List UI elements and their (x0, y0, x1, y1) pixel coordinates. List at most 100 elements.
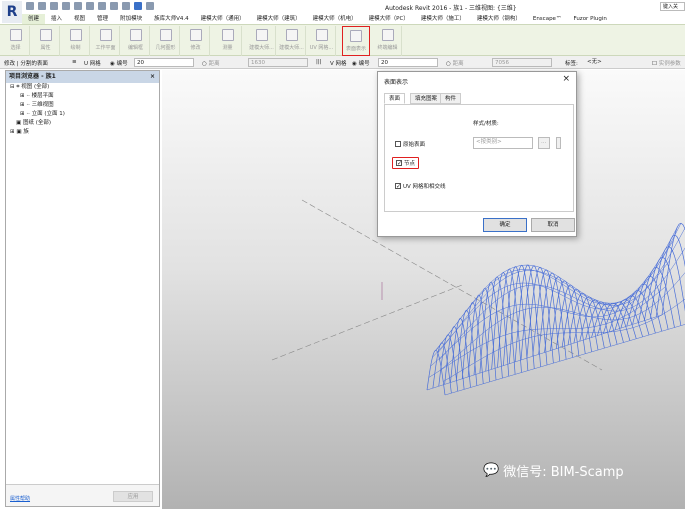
mesh-u-line (467, 294, 490, 382)
menu-tab[interactable]: 建模大师（通用） (195, 14, 251, 24)
save-icon[interactable] (38, 2, 46, 10)
tile-icon[interactable] (134, 2, 142, 10)
menu-tab[interactable]: 建模大师（PC） (363, 14, 415, 24)
switch-window-icon[interactable] (146, 2, 154, 10)
tab-fill-pattern[interactable]: 填充图案 (410, 93, 443, 104)
style-label: 样式/材质: (473, 121, 499, 127)
app-title: Autodesk Revit 2016 - 族1 - 三维视图: {三维} (385, 5, 517, 12)
properties-help-link[interactable]: 属性帮助 (10, 495, 30, 502)
tree-item-3d-views[interactable]: ⊞ ·· 三维视图 (6, 101, 159, 110)
ribbon-button[interactable]: 几何图形 (152, 26, 180, 56)
menu-bar: 创建 插入 视图 管理 附加模块 族库大师V4.4 建模大师（通用） 建模大师（建筑） 建模大师… (22, 14, 685, 24)
v-distance-input[interactable]: 7056 (492, 58, 552, 67)
3d-view-icon[interactable] (122, 2, 130, 10)
ribbon-tool-icon (381, 29, 394, 41)
apply-button[interactable]: 应用 (113, 491, 153, 502)
ribbon-label: 工作平面 (95, 45, 116, 51)
menu-tab[interactable]: 插入 (45, 14, 68, 24)
original-surface-checkbox[interactable]: 原始表面 (395, 140, 425, 148)
ok-button[interactable]: 确定 (483, 218, 527, 232)
surface-panel: 样式/材质: <按类别> ... 原始表面 ✓ 节点 ✓ UV 网格和相交线 (384, 104, 574, 212)
browse-button[interactable]: ... (538, 137, 550, 149)
ribbon-tool-icon (9, 29, 22, 41)
ribbon-button[interactable]: 建模大师... (248, 26, 276, 56)
measure-icon[interactable] (98, 2, 106, 10)
watermark: 💬 微信号: BIM-Scamp (483, 461, 624, 480)
menu-tab[interactable]: 建模大师（机电） (307, 14, 363, 24)
tab-surface[interactable]: 表面 (384, 93, 406, 104)
nodes-checkbox[interactable]: ✓ 节点 (392, 157, 420, 169)
ribbon-button[interactable]: 修改 (182, 26, 210, 56)
mesh-u-line (473, 287, 497, 381)
project-browser: 项目浏览器 - 族1 × ⊟ ⌗ 视图 (全部) ⊞ ·· 楼层平面 ⊞ ·· 三… (5, 70, 160, 507)
extra-button[interactable] (556, 137, 561, 149)
tree-item-sheets[interactable]: ▣ 图纸 (全部) (6, 119, 159, 128)
menu-tab[interactable]: 建模大师（施工） (415, 14, 471, 24)
v-number-input[interactable]: 20 (378, 58, 438, 67)
tree-item-families[interactable]: ⊞ ▣ 族 (6, 128, 159, 137)
menu-tab[interactable]: 视图 (68, 14, 91, 24)
ribbon-button[interactable]: UV 网格... (308, 26, 336, 56)
text-icon[interactable] (110, 2, 118, 10)
ribbon-button[interactable]: 绘制 (62, 26, 90, 56)
undo-icon[interactable] (62, 2, 70, 10)
sync-icon[interactable] (50, 2, 58, 10)
ribbon-label: 建模大师... (249, 45, 274, 51)
checkbox-box: ✓ (396, 160, 403, 167)
v-number-radio[interactable]: ◉ 编号 (352, 59, 370, 67)
ribbon-tool-icon (39, 29, 52, 41)
tag-select[interactable]: <无> (585, 58, 645, 67)
open-icon[interactable] (26, 2, 34, 10)
u-distance-label: 距离 (208, 61, 220, 67)
ribbon-label: UV 网格... (309, 45, 334, 51)
menu-tab[interactable]: 附加模块 (114, 14, 148, 24)
menu-tab[interactable]: 管理 (91, 14, 114, 24)
menu-tab[interactable]: 建模大师（建筑） (251, 14, 307, 24)
menu-tab[interactable]: 创建 (22, 14, 46, 24)
ribbon-tool-icon (221, 29, 234, 41)
ribbon-button[interactable]: 建模大师... (278, 26, 306, 56)
u-distance-radio[interactable]: ○ 距离 (202, 59, 220, 67)
tree-item-floor-plans[interactable]: ⊞ ·· 楼层平面 (6, 92, 159, 101)
ribbon-label: 绘制 (70, 45, 81, 51)
ribbon-button[interactable]: 属性 (32, 26, 60, 56)
tag-label: 标签: (565, 61, 578, 67)
tree-item-elevations[interactable]: ⊞ ·· 立面 (立面 1) (6, 110, 159, 119)
mesh-u-line (649, 246, 685, 319)
menu-tab[interactable]: 族库大师V4.4 (148, 14, 195, 24)
close-icon[interactable]: × (150, 71, 155, 83)
ribbon-button[interactable]: 工作平面 (92, 26, 120, 56)
instance-param-checkbox[interactable]: ☐ 实例参数 (652, 59, 681, 67)
ribbon-button[interactable]: 测量 (214, 26, 242, 56)
options-bar: 修改 | 分割的表面 ≡ U 网格 ◉ 编号 20 ○ 距离 1630 ||| … (0, 56, 685, 69)
uv-grid-checkbox[interactable]: ✓ UV 网格和相交线 (395, 182, 446, 190)
v-distance-radio[interactable]: ○ 距离 (446, 59, 464, 67)
tree-label: 三维视图 (31, 102, 54, 108)
menu-tab[interactable]: 建模大师（钢构） (471, 14, 527, 24)
u-number-radio[interactable]: ◉ 编号 (110, 59, 128, 67)
u-distance-input[interactable]: 1630 (248, 58, 308, 67)
menu-tab[interactable]: Enscape™ (527, 14, 568, 24)
ribbon-button[interactable]: 编辑框 (122, 26, 150, 56)
u-number-input[interactable]: 20 (134, 58, 194, 67)
ribbon-tool-icon (285, 29, 298, 41)
close-icon[interactable]: × (562, 74, 570, 84)
ribbon-label: 修改 (190, 45, 201, 51)
menu-tab[interactable]: Fuzor Plugin (567, 14, 612, 24)
wechat-icon: 💬 (483, 463, 500, 478)
ribbon-button[interactable]: 表面表示 (342, 26, 370, 56)
tab-component[interactable]: 构件 (440, 93, 462, 104)
print-icon[interactable] (86, 2, 94, 10)
u-grid-label: U 网格 (84, 61, 101, 67)
redo-icon[interactable] (74, 2, 82, 10)
search-input[interactable]: 键入关 (660, 2, 685, 11)
tree-item-views[interactable]: ⊟ ⌗ 视图 (全部) (6, 83, 159, 92)
ribbon: 选择 属性 绘制 工作平面 编辑框 几何图形 修改 测量 建模大师... 建模大师... UV 网格… (0, 24, 685, 56)
ribbon-button[interactable]: 选择 (2, 26, 30, 56)
revit-logo-icon[interactable]: R (2, 1, 22, 23)
ribbon-button[interactable]: 终端编辑 (374, 26, 402, 56)
tree-label: 楼层平面 (31, 93, 54, 99)
cancel-button[interactable]: 取消 (531, 218, 575, 232)
ribbon-label: 测量 (222, 45, 233, 51)
style-input[interactable]: <按类别> (473, 137, 533, 149)
